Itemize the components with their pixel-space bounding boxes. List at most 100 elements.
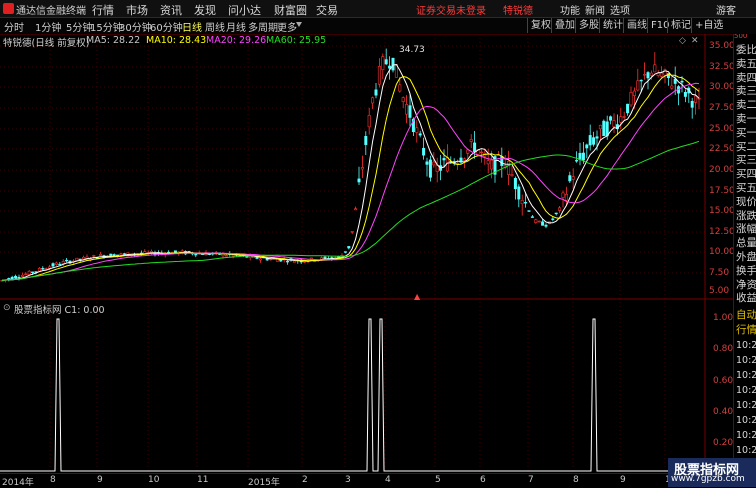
candle-body <box>683 91 687 97</box>
candle-body <box>364 136 368 145</box>
indicator-series <box>0 318 705 472</box>
date-tick: 9 <box>620 475 626 485</box>
date-tick: 10 <box>148 475 160 485</box>
period-5min[interactable]: 5分钟 <box>66 19 92 34</box>
period-30min[interactable]: 30分钟 <box>119 19 152 34</box>
quote-field-label: 现价 <box>736 195 756 208</box>
candle-body <box>415 127 419 133</box>
candle-body <box>595 136 599 139</box>
date-tick: 6 <box>480 475 486 485</box>
more-dropdown-icon[interactable] <box>296 22 302 27</box>
menu-xinwen[interactable]: 新闻 <box>585 2 605 17</box>
candle-body <box>37 268 41 272</box>
quote-field-label: 换手 <box>736 264 756 277</box>
btn-add-watchlist[interactable]: +自选 <box>691 18 726 33</box>
price-tick: 22.50 <box>709 144 735 154</box>
btn-diejia[interactable]: 叠加 <box>551 18 578 33</box>
ticker-section-label[interactable]: 行情 <box>736 322 756 337</box>
candle-body <box>639 79 643 82</box>
date-tick: 7 <box>528 475 534 485</box>
candle-body <box>588 135 592 146</box>
date-tick: 11 <box>197 475 209 485</box>
date-tick: 3 <box>345 475 351 485</box>
candle-body <box>534 219 538 223</box>
period-more[interactable]: 更多 <box>277 19 297 34</box>
period-weekly[interactable]: 周线 <box>205 19 225 34</box>
candle-body <box>173 250 177 253</box>
app-title: 通达信金融终端 <box>16 6 86 17</box>
btn-biaoji[interactable]: 标记 <box>667 18 694 33</box>
candle-body <box>622 116 626 118</box>
candle-body <box>357 178 361 183</box>
btn-huaxian[interactable]: 画线 <box>623 18 650 33</box>
btn-tongji[interactable]: 统计 <box>599 18 626 33</box>
login-status-notice[interactable]: 证券交易未登录 <box>416 2 486 17</box>
candle-body <box>656 73 660 76</box>
quote-field-label: 总量 <box>736 237 756 250</box>
candle-body <box>20 274 24 277</box>
candle-body <box>231 254 235 257</box>
tick-time: 10:26 <box>736 400 756 411</box>
quote-field-label: 涨幅 <box>736 223 756 236</box>
menu-faxian[interactable]: 发现 <box>194 2 216 18</box>
quote-field-label: 外盘 <box>736 251 756 263</box>
ticker-section-label[interactable]: 自动 <box>736 307 756 322</box>
candle-body <box>697 98 701 100</box>
period-multi[interactable]: 多周期 <box>248 19 278 34</box>
period-15min[interactable]: 15分钟 <box>90 19 123 34</box>
candle-body <box>323 256 327 259</box>
btn-duogu[interactable]: 多股 <box>575 18 602 33</box>
candle-body <box>194 253 198 256</box>
candle-body <box>286 260 290 263</box>
candle-body <box>14 275 18 279</box>
date-tick: 2 <box>302 475 308 485</box>
candle-body <box>564 194 568 201</box>
menu-xuanxiang[interactable]: 选项 <box>610 2 630 17</box>
quote-field-label: 买一 <box>736 126 756 139</box>
candle-body <box>541 221 545 226</box>
period-1min[interactable]: 1分钟 <box>35 19 61 34</box>
period-daily[interactable]: 日线 <box>182 19 202 34</box>
menu-shichang[interactable]: 市场 <box>126 2 148 18</box>
candle-body <box>343 251 347 253</box>
candle-body <box>605 121 609 137</box>
menu-youke[interactable]: 游客 <box>716 2 736 17</box>
candle-body <box>78 258 82 261</box>
tick-time: 10:26 <box>736 415 756 426</box>
period-fenshi[interactable]: 分时 <box>4 19 24 34</box>
menu-gongneng[interactable]: 功能 <box>560 2 580 17</box>
chart-close-icon[interactable]: ✕ <box>691 36 699 46</box>
menu-caifuquan[interactable]: 财富圈 <box>274 2 307 18</box>
period-monthly[interactable]: 月线 <box>226 19 246 34</box>
watermark-url: www.7gpzb.com <box>671 474 745 484</box>
candle-body <box>292 260 296 263</box>
menu-jiaoyi[interactable]: 交易 <box>316 2 338 18</box>
chart-area[interactable]: ▲ <box>0 34 733 473</box>
candle-body <box>598 124 602 130</box>
ma60-label: MA60: 25.95 <box>266 35 327 46</box>
btn-fuquan[interactable]: 复权 <box>527 18 554 33</box>
quote-field-label: 卖五 <box>736 57 756 70</box>
candle-body <box>377 66 381 85</box>
candle-body <box>425 161 429 165</box>
date-tick: 8 <box>50 475 56 485</box>
current-marker-icon: ▲ <box>414 292 421 301</box>
period-60min[interactable]: 60分钟 <box>150 19 183 34</box>
menu-hangqing[interactable]: 行情 <box>92 2 114 18</box>
candle-body <box>360 167 364 170</box>
chart-settings-icon[interactable]: ◇ <box>679 36 686 46</box>
candle-body <box>466 149 470 154</box>
candle-body <box>265 258 269 261</box>
candle-body <box>367 115 371 128</box>
indicator-tick: 0.60 <box>713 376 734 386</box>
top-menu-bar: 通达信金融终端 行情 市场 资讯 发现 问小达 财富圈 交易 证券交易未登录 特… <box>0 0 756 18</box>
candle-body <box>116 254 120 257</box>
indicator-settings-icon[interactable]: ⊙ <box>3 303 11 313</box>
menu-zixun[interactable]: 资讯 <box>160 2 182 18</box>
candle-body <box>119 253 123 256</box>
candle-body <box>517 186 521 200</box>
quote-field-label: 买三 <box>736 154 756 167</box>
candle-body <box>629 92 633 106</box>
menu-wenxiaoda[interactable]: 问小达 <box>228 2 261 18</box>
candle-body <box>507 161 511 175</box>
